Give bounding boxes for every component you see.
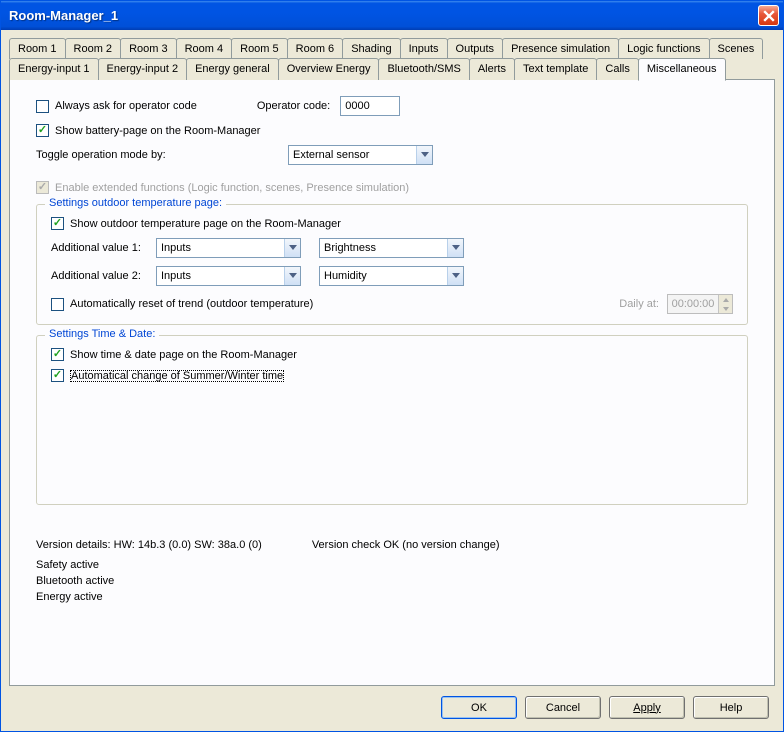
- tab-alerts[interactable]: Alerts: [469, 58, 515, 80]
- always-ask-label: Always ask for operator code: [55, 100, 197, 112]
- tab-room-2[interactable]: Room 2: [65, 38, 122, 59]
- group-time-date: Settings Time & Date: ✓ Show time & date…: [36, 335, 748, 505]
- summer-winter-checkbox[interactable]: ✓: [51, 369, 64, 382]
- add-value2-src-combo[interactable]: Inputs: [156, 266, 301, 286]
- tab-energy-general[interactable]: Energy general: [186, 58, 279, 80]
- chevron-down-icon: [447, 267, 463, 285]
- chevron-down-icon: [284, 239, 300, 257]
- show-timedate-checkbox[interactable]: ✓: [51, 348, 64, 361]
- tab-room-1[interactable]: Room 1: [9, 38, 66, 59]
- daily-at-spinner: [667, 294, 733, 314]
- cancel-button[interactable]: Cancel: [525, 696, 601, 719]
- button-bar: OK Cancel Apply Help: [9, 686, 775, 723]
- tab-outputs[interactable]: Outputs: [447, 38, 504, 59]
- apply-button[interactable]: Apply: [609, 696, 685, 719]
- tab-shading[interactable]: Shading: [342, 38, 400, 59]
- tab-scenes[interactable]: Scenes: [709, 38, 764, 59]
- daily-at-value: [668, 295, 718, 313]
- tab-energy-input-2[interactable]: Energy-input 2: [98, 58, 188, 80]
- toggle-mode-value: External sensor: [293, 149, 369, 161]
- tab-row-1: Room 1Room 2Room 3Room 4Room 5Room 6Shad…: [9, 38, 775, 59]
- enable-extended-checkbox: ✓: [36, 181, 49, 194]
- show-temp-page-checkbox[interactable]: ✓: [51, 217, 64, 230]
- tab-presence-simulation[interactable]: Presence simulation: [502, 38, 619, 59]
- client-area: Room 1Room 2Room 3Room 4Room 5Room 6Shad…: [1, 30, 783, 731]
- chevron-down-icon: [284, 267, 300, 285]
- chevron-down-icon: [416, 146, 432, 164]
- add-value2-src: Inputs: [161, 270, 191, 282]
- tab-room-3[interactable]: Room 3: [120, 38, 177, 59]
- add-value1-val: Brightness: [324, 242, 376, 254]
- add-value1-label: Additional value 1:: [51, 242, 156, 254]
- version-check: Version check OK (no version change): [312, 539, 500, 551]
- tab-logic-functions[interactable]: Logic functions: [618, 38, 709, 59]
- tab-room-5[interactable]: Room 5: [231, 38, 288, 59]
- tab-calls[interactable]: Calls: [596, 58, 638, 80]
- status-line: Safety active: [36, 559, 748, 571]
- spinner-down-icon: [719, 304, 732, 313]
- daily-at-label: Daily at:: [619, 298, 659, 310]
- status-line: Bluetooth active: [36, 575, 748, 587]
- auto-reset-label: Automatically reset of trend (outdoor te…: [70, 298, 313, 310]
- tab-inputs[interactable]: Inputs: [400, 38, 448, 59]
- app-window: Room-Manager_1 Room 1Room 2Room 3Room 4R…: [0, 0, 784, 732]
- toggle-mode-combo[interactable]: External sensor: [288, 145, 433, 165]
- tab-bluetooth-sms[interactable]: Bluetooth/SMS: [378, 58, 469, 80]
- tab-miscellaneous[interactable]: Miscellaneous: [638, 58, 726, 81]
- ok-button[interactable]: OK: [441, 696, 517, 719]
- operator-code-label: Operator code:: [257, 100, 330, 112]
- group-outdoor-temp-title: Settings outdoor temperature page:: [45, 197, 226, 209]
- add-value2-val: Humidity: [324, 270, 367, 282]
- show-battery-checkbox[interactable]: ✓: [36, 124, 49, 137]
- enable-extended-label: Enable extended functions (Logic functio…: [55, 182, 409, 194]
- toggle-mode-label: Toggle operation mode by:: [36, 149, 288, 161]
- tab-room-4[interactable]: Room 4: [176, 38, 233, 59]
- add-value1-val-combo[interactable]: Brightness: [319, 238, 464, 258]
- tab-text-template[interactable]: Text template: [514, 58, 597, 80]
- add-value2-val-combo[interactable]: Humidity: [319, 266, 464, 286]
- group-time-date-title: Settings Time & Date:: [45, 328, 159, 340]
- show-battery-label: Show battery-page on the Room-Manager: [55, 125, 260, 137]
- close-icon: [763, 10, 775, 22]
- help-button[interactable]: Help: [693, 696, 769, 719]
- auto-reset-checkbox[interactable]: [51, 298, 64, 311]
- add-value1-src-combo[interactable]: Inputs: [156, 238, 301, 258]
- summer-winter-label: Automatical change of Summer/Winter time: [70, 370, 284, 382]
- show-timedate-label: Show time & date page on the Room-Manage…: [70, 349, 297, 361]
- tab-overview-energy[interactable]: Overview Energy: [278, 58, 380, 80]
- tab-room-6[interactable]: Room 6: [287, 38, 344, 59]
- show-temp-page-label: Show outdoor temperature page on the Roo…: [70, 218, 341, 230]
- always-ask-checkbox[interactable]: [36, 100, 49, 113]
- add-value2-label: Additional value 2:: [51, 270, 156, 282]
- tab-page-miscellaneous: Always ask for operator code Operator co…: [9, 79, 775, 686]
- version-details: Version details: HW: 14b.3 (0.0) SW: 38a…: [36, 539, 262, 551]
- window-title: Room-Manager_1: [9, 8, 118, 23]
- add-value1-src: Inputs: [161, 242, 191, 254]
- tabstrip: Room 1Room 2Room 3Room 4Room 5Room 6Shad…: [9, 38, 775, 79]
- group-outdoor-temp: Settings outdoor temperature page: ✓ Sho…: [36, 204, 748, 325]
- spinner-up-icon: [719, 295, 732, 304]
- tab-energy-input-1[interactable]: Energy-input 1: [9, 58, 99, 80]
- tab-row-2: Energy-input 1Energy-input 2Energy gener…: [9, 58, 775, 80]
- operator-code-input[interactable]: [340, 96, 400, 116]
- close-button[interactable]: [758, 5, 779, 26]
- status-line: Energy active: [36, 591, 748, 603]
- chevron-down-icon: [447, 239, 463, 257]
- titlebar: Room-Manager_1: [1, 1, 783, 30]
